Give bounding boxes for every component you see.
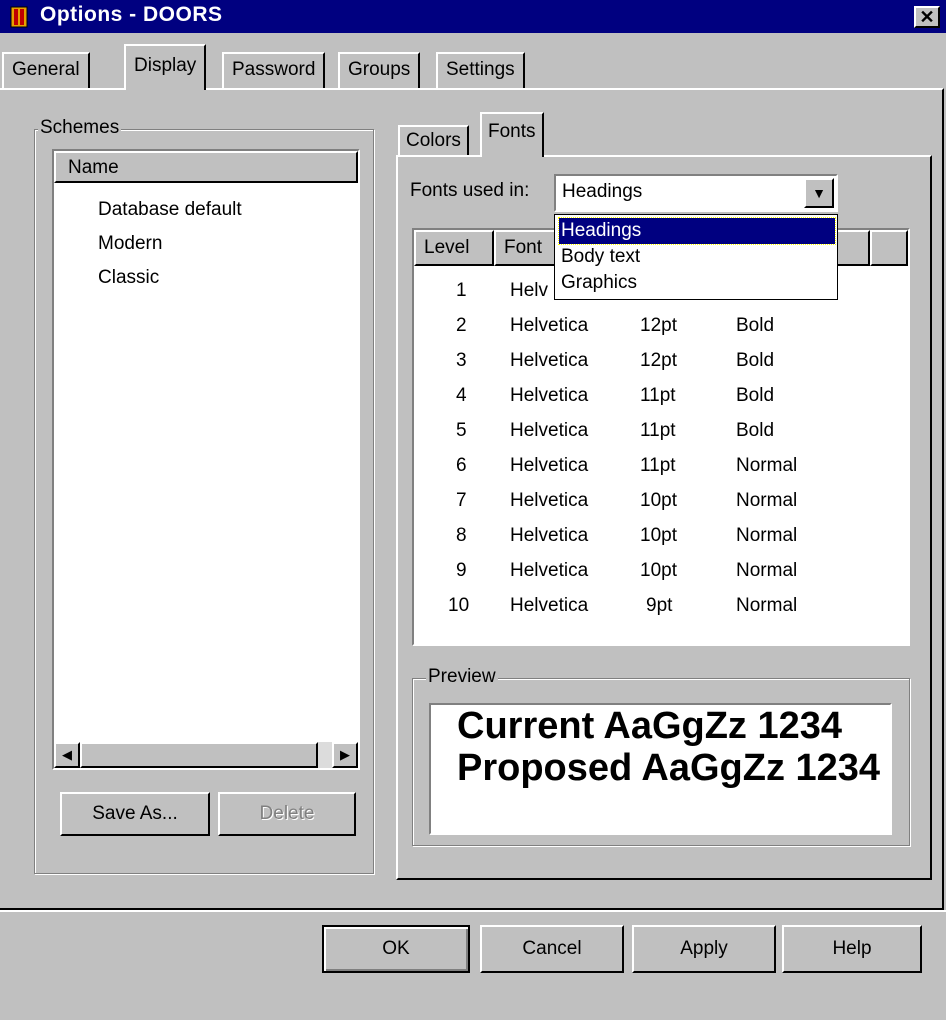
row-size: 12pt	[640, 315, 677, 336]
bottom-separator	[0, 910, 946, 912]
dropdown-option-headings[interactable]: Headings	[558, 217, 836, 245]
row-style: Normal	[736, 525, 798, 546]
scheme-item-classic[interactable]: Classic	[98, 267, 159, 289]
tab-password[interactable]: Password	[222, 52, 326, 88]
row-size: 10pt	[640, 560, 677, 581]
fonts-used-in-combo[interactable]: Headings ▼	[554, 174, 838, 212]
row-style: Bold	[736, 350, 775, 371]
row-font: Helvetica	[510, 420, 589, 441]
preview-proposed-text: Proposed AaGgZz 1234	[457, 747, 881, 789]
close-button[interactable]: ✕	[914, 6, 940, 28]
row-style: Normal	[736, 455, 798, 476]
preview-current-text: Current AaGgZz 1234	[457, 705, 843, 747]
apply-button[interactable]: Apply	[632, 925, 776, 973]
tab-general[interactable]: General	[2, 52, 90, 88]
column-header-level[interactable]: Level	[414, 230, 494, 266]
dropdown-option-body-text[interactable]: Body text	[559, 244, 835, 270]
row-size: 12pt	[640, 350, 677, 371]
row-size: 11pt	[640, 420, 676, 441]
save-as-button[interactable]: Save As...	[60, 792, 210, 836]
scroll-thumb[interactable]	[80, 742, 318, 768]
preview-group-label: Preview	[426, 666, 498, 688]
row-size: 11pt	[640, 385, 676, 406]
tab-colors[interactable]: Colors	[398, 125, 469, 157]
row-font: Helv	[510, 280, 549, 301]
row-font: Helvetica	[510, 455, 589, 476]
row-level: 9	[456, 560, 467, 581]
scheme-item-database-default[interactable]: Database default	[98, 199, 242, 221]
row-font: Helvetica	[510, 560, 589, 581]
row-level: 8	[456, 525, 467, 546]
tab-display[interactable]: Display	[124, 44, 207, 90]
row-level: 4	[456, 385, 467, 406]
schemes-group-label: Schemes	[38, 117, 122, 139]
chevron-down-icon[interactable]: ▼	[804, 178, 834, 208]
tab-settings[interactable]: Settings	[436, 52, 525, 88]
scroll-right-icon[interactable]: ▶	[332, 742, 358, 768]
name-column-header[interactable]: Name	[54, 151, 358, 183]
row-level: 2	[456, 315, 467, 336]
fonts-used-in-dropdown[interactable]: Headings Body text Graphics	[554, 214, 838, 300]
row-size: 9pt	[646, 595, 673, 616]
row-level: 7	[456, 490, 467, 511]
column-header-extra[interactable]	[870, 230, 908, 266]
delete-button[interactable]: Delete	[218, 792, 356, 836]
row-level: 1	[456, 280, 467, 301]
row-style: Normal	[736, 595, 798, 616]
dropdown-option-graphics[interactable]: Graphics	[559, 270, 835, 296]
tab-groups[interactable]: Groups	[338, 52, 421, 88]
row-level: 3	[456, 350, 467, 371]
cancel-button[interactable]: Cancel	[480, 925, 624, 973]
row-size: 11pt	[640, 455, 676, 476]
row-style: Normal	[736, 560, 798, 581]
row-style: Normal	[736, 490, 798, 511]
combo-value: Headings	[562, 181, 643, 202]
help-button[interactable]: Help	[782, 925, 922, 973]
fonts-used-in-label: Fonts used in:	[410, 180, 530, 201]
row-level: 5	[456, 420, 467, 441]
row-size: 10pt	[640, 525, 677, 546]
row-font: Helvetica	[510, 350, 589, 371]
horizontal-scrollbar[interactable]: ◀ ▶	[54, 742, 358, 768]
row-font: Helvetica	[510, 525, 589, 546]
scroll-left-icon[interactable]: ◀	[54, 742, 80, 768]
schemes-list[interactable]: Name Database default Modern Classic ◀ ▶	[52, 149, 360, 770]
row-font: Helvetica	[510, 385, 589, 406]
doors-app-icon	[10, 6, 28, 28]
row-level: 6	[456, 455, 467, 476]
ok-button[interactable]: OK	[322, 925, 470, 973]
row-style: Bold	[736, 315, 775, 336]
row-style: Bold	[736, 420, 775, 441]
row-size: 10pt	[640, 490, 677, 511]
row-font: Helvetica	[510, 490, 589, 511]
row-level: 10	[448, 595, 470, 616]
scheme-item-modern[interactable]: Modern	[98, 233, 162, 255]
window-title: Options - DOORS	[40, 3, 223, 26]
preview-box: Current AaGgZz 1234 Proposed AaGgZz 1234	[429, 703, 892, 835]
tab-fonts[interactable]: Fonts	[480, 112, 544, 157]
row-style: Bold	[736, 385, 775, 406]
row-font: Helvetica	[510, 315, 589, 336]
row-font: Helvetica	[510, 595, 589, 616]
title-bar[interactable]: Options - DOORS ✕	[0, 0, 946, 33]
